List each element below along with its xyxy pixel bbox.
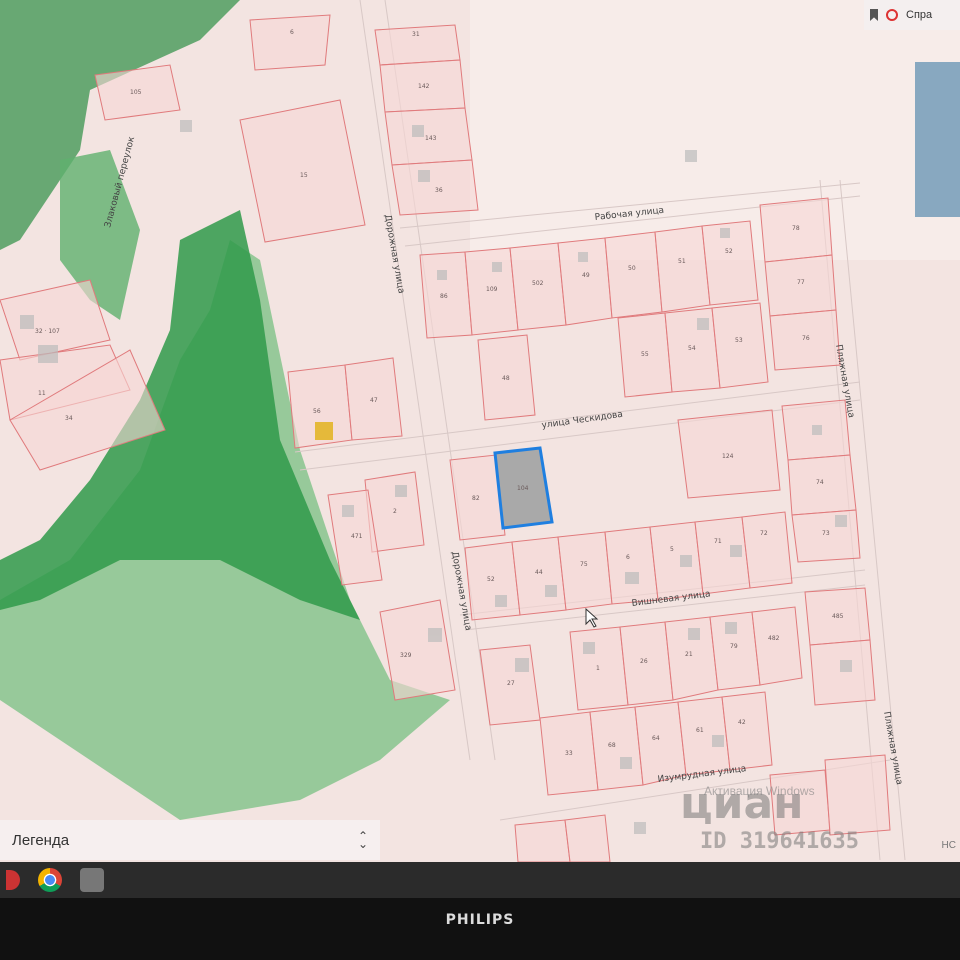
parcel-label: 52 <box>725 248 733 255</box>
parcel-bottom-4[interactable] <box>564 814 611 862</box>
parcel-label: 64 <box>652 735 660 742</box>
parcel-label: 77 <box>797 279 805 286</box>
parcel-label: 48 <box>502 375 510 382</box>
parcel-label: 56 <box>313 408 321 415</box>
parcel-label: 485 <box>832 613 844 620</box>
parcel-482[interactable] <box>751 606 803 686</box>
parcel-label: 11 <box>38 390 46 397</box>
top-toolbar: Спра <box>864 0 960 30</box>
parcel-label: 71 <box>714 538 722 545</box>
parcel-label: 49 <box>582 272 590 279</box>
parcel-49[interactable] <box>557 237 613 326</box>
listing-watermark: циан ID 319641635 <box>680 778 940 854</box>
parcel-label: 54 <box>688 345 696 352</box>
parcel-label: 53 <box>735 337 743 344</box>
parcel-51[interactable] <box>654 225 711 313</box>
parcel-label: 50 <box>628 265 636 272</box>
parcel-label: 142 <box>418 83 430 90</box>
parcel-bottom-3[interactable] <box>514 819 571 862</box>
legend-panel[interactable]: Легенда ⌃ ⌄ <box>0 820 380 860</box>
corner-text: НС <box>941 840 956 851</box>
parcel-label: 26 <box>640 658 648 665</box>
monitor-brand: PHILIPS <box>445 912 515 928</box>
parcel-label: 32 · 107 <box>35 328 60 335</box>
parcel-label: 68 <box>608 742 616 749</box>
parcel-44[interactable] <box>511 536 567 616</box>
parcel-75[interactable] <box>557 531 613 611</box>
parcel-label: 79 <box>730 643 738 650</box>
parcel-label: 6 <box>290 29 294 36</box>
yellow-marker <box>315 422 333 440</box>
parcel-label: 82 <box>472 495 480 502</box>
parcel-label: 34 <box>65 415 73 422</box>
parcel-label: 109 <box>486 286 498 293</box>
parcel-label: 51 <box>678 258 686 265</box>
help-label[interactable]: Спра <box>906 9 932 21</box>
cadastral-map[interactable]: 31 142 143 36 105 6 15 32 · 107 11 34 86… <box>0 0 960 862</box>
parcel-label: 5 <box>670 546 674 553</box>
parcel-label: 33 <box>565 750 573 757</box>
parcel-label: 61 <box>696 727 704 734</box>
parcel-label: 31 <box>412 31 420 38</box>
parcel-label: 21 <box>685 651 693 658</box>
parcel-label: 15 <box>300 172 308 179</box>
parcel-label: 482 <box>768 635 780 642</box>
parcel-label: 44 <box>535 569 543 576</box>
parcel-label: 104 <box>517 485 529 492</box>
parcel-label: 1 <box>596 665 600 672</box>
parcel-label: 52 <box>487 576 495 583</box>
map-light-area <box>470 0 960 260</box>
parcel-72[interactable] <box>741 511 793 589</box>
parcel-6b[interactable] <box>604 526 659 605</box>
parcel-label: 74 <box>816 479 824 486</box>
legend-label: Легенда <box>12 831 70 849</box>
parcel-label: 36 <box>435 187 443 194</box>
taskbar <box>0 862 960 898</box>
cian-logo: циан <box>680 778 804 829</box>
bookmark-icon[interactable] <box>870 9 878 21</box>
parcel-label: 143 <box>425 135 437 142</box>
parcel-label: 2 <box>393 508 397 515</box>
parcel-label: 329 <box>400 652 412 659</box>
expand-chevron-icon[interactable]: ⌃ ⌄ <box>358 830 368 850</box>
parcel-485b[interactable] <box>809 639 876 706</box>
image-viewer-icon[interactable] <box>80 868 104 892</box>
chrome-icon[interactable] <box>38 868 62 892</box>
water-area <box>915 62 960 217</box>
help-icon[interactable] <box>886 9 898 21</box>
monitor-bezel <box>0 898 960 960</box>
parcel-label: 47 <box>370 397 378 404</box>
parcel-68[interactable] <box>589 706 644 791</box>
parcel-42[interactable] <box>721 691 773 771</box>
parcel-label: 55 <box>641 351 649 358</box>
parcel-label: 73 <box>822 530 830 537</box>
parcel-label: 42 <box>738 719 746 726</box>
parcel-label: 6 <box>626 554 630 561</box>
parcel-label: 27 <box>507 680 515 687</box>
parcel-label: 124 <box>722 453 734 460</box>
parcel-53[interactable] <box>711 302 769 389</box>
parcel-label: 105 <box>130 89 142 96</box>
listing-id: ID 319641635 <box>700 829 859 854</box>
parcel-label: 502 <box>532 280 544 287</box>
parcel-label: 86 <box>440 293 448 300</box>
parcel-6[interactable] <box>249 14 331 71</box>
parcel-label: 471 <box>351 533 363 540</box>
map-screen: 31 142 143 36 105 6 15 32 · 107 11 34 86… <box>0 0 960 862</box>
parcel-label: 75 <box>580 561 588 568</box>
parcel-label: 72 <box>760 530 768 537</box>
parcel-label: 78 <box>792 225 800 232</box>
start-icon[interactable] <box>6 870 20 890</box>
parcel-5[interactable] <box>649 521 704 601</box>
parcel-label: 76 <box>802 335 810 342</box>
parcel-50[interactable] <box>604 231 663 319</box>
